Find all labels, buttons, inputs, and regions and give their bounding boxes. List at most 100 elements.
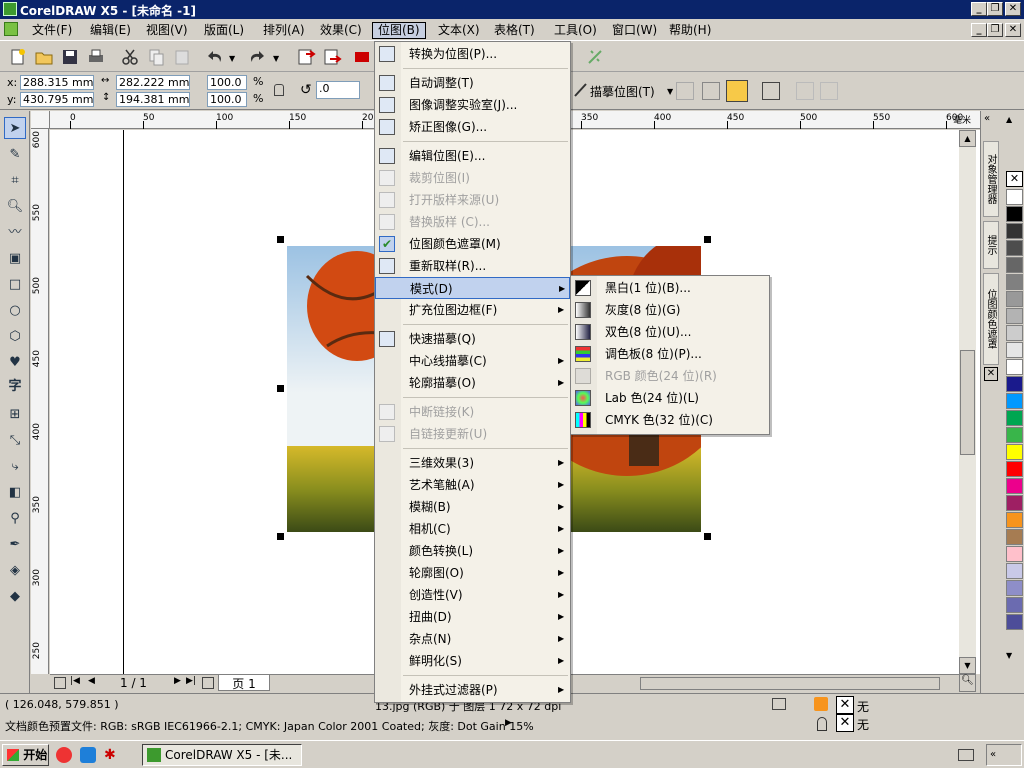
document-icon[interactable] [4, 22, 18, 36]
paste-icon[interactable] [172, 47, 192, 67]
chrome-icon[interactable] [56, 747, 72, 763]
docker-tab-object-manager[interactable]: 对象管理器 [983, 141, 999, 217]
resample-tool-icon[interactable] [726, 80, 748, 102]
bitmap-menu-item[interactable]: 三维效果(3) ▶ [375, 452, 570, 474]
menu-8[interactable]: 表格(T) [488, 22, 541, 39]
eyedropper-icon[interactable]: ⚲ [4, 508, 26, 530]
doc-restore-icon[interactable]: ❐ [987, 23, 1003, 37]
bitmap-menu-item[interactable]: 图像调整实验室(J)... [375, 94, 570, 116]
trace-bitmap-icon[interactable] [572, 81, 590, 99]
selection-handle[interactable] [704, 533, 711, 540]
print-icon[interactable] [86, 47, 106, 67]
bitmap-menu-item[interactable]: 轮廓描摹(O) ▶ [375, 372, 570, 394]
color-swatch[interactable] [1006, 257, 1023, 273]
to-back-icon[interactable] [820, 82, 838, 100]
smart-fill-icon[interactable]: ▣ [4, 248, 26, 270]
bitmap-menu-item[interactable]: 相机(C) ▶ [375, 518, 570, 540]
polygon-tool-icon[interactable]: ⬡ [4, 326, 26, 348]
trace-bitmap-button[interactable]: 描摹位图(T) [590, 83, 655, 100]
bitmap-menu-item[interactable]: ✔ 位图颜色遮罩(M) [375, 233, 570, 255]
bitmap-menu-item[interactable]: 转换为位图(P)... [375, 43, 570, 65]
ruler-origin[interactable] [31, 111, 50, 129]
ruler-left[interactable]: 600 550 500 450 400 350 300 250 [31, 129, 49, 674]
last-page-icon[interactable]: ▶| [186, 676, 196, 686]
table-tool-icon[interactable]: ⊞ [4, 404, 26, 426]
color-swatch[interactable] [1006, 427, 1023, 443]
color-swatch[interactable] [1006, 325, 1023, 341]
basic-shapes-icon[interactable]: ♥ [4, 352, 26, 374]
bitmap-menu-item[interactable]: 创造性(V) ▶ [375, 584, 570, 606]
ie-icon[interactable] [80, 747, 96, 763]
menu-11[interactable]: 帮助(H) [663, 22, 717, 39]
color-swatch[interactable] [1006, 546, 1023, 562]
coreldraw-app-icon[interactable] [3, 2, 17, 16]
docker-tab-bitmap-color-mask[interactable]: 位图颜色遮罩 [983, 273, 999, 365]
crop-bitmap-tool-icon[interactable] [702, 82, 720, 100]
trace-dropdown-icon[interactable]: ▼ [667, 87, 673, 96]
pick-tool-icon[interactable]: ➤ [4, 117, 26, 139]
horizontal-scroll-thumb[interactable] [640, 677, 940, 690]
menu-0[interactable]: 文件(F) [26, 22, 78, 39]
connector-tool-icon[interactable]: ⤷ [4, 456, 26, 478]
palette-scroll-down-icon[interactable]: ▼ [1006, 651, 1012, 660]
bitmap-menu-item[interactable]: 模糊(B) ▶ [375, 496, 570, 518]
bitmap-menu-item[interactable]: 模式(D) ▶ [375, 277, 570, 299]
color-swatch[interactable] [1006, 291, 1023, 307]
open-icon[interactable] [34, 47, 54, 67]
outline-pen-icon[interactable]: ✒ [4, 534, 26, 556]
next-page-icon[interactable]: ▶ [174, 676, 181, 686]
snap-icon[interactable] [772, 698, 786, 710]
x-position-field[interactable]: 288.315 mm [20, 75, 94, 90]
crop-tool-icon[interactable]: ⌗ [4, 170, 26, 192]
docker-tab-hints[interactable]: 提示 [983, 221, 999, 269]
color-swatch[interactable] [1006, 393, 1023, 409]
menu-7[interactable]: 文本(X) [432, 22, 486, 39]
mode-submenu-item[interactable]: CMYK 色(32 位)(C) [571, 409, 769, 431]
scroll-up-icon[interactable]: ▲ [959, 130, 976, 147]
selection-handle[interactable] [277, 533, 284, 540]
wrap-text-icon[interactable] [762, 82, 780, 100]
menu-6[interactable]: 位图(B) [372, 22, 426, 39]
undo-dropdown-icon[interactable]: ▼ [229, 54, 235, 63]
scroll-down-icon[interactable]: ▼ [959, 657, 976, 674]
menu-1[interactable]: 编辑(E) [84, 22, 137, 39]
copy-icon[interactable] [146, 47, 166, 67]
color-swatch[interactable] [1006, 478, 1023, 494]
tray-expand-icon[interactable]: « [986, 744, 1022, 766]
bitmap-menu-item[interactable]: 颜色转换(L) ▶ [375, 540, 570, 562]
doc-minimize-icon[interactable]: _ [971, 23, 987, 37]
close-icon[interactable]: ✕ [1005, 2, 1021, 16]
taskbar-coreldraw-button[interactable]: CorelDRAW X5 - [未... [142, 744, 302, 766]
menu-3[interactable]: 版面(L) [198, 22, 250, 39]
zoom-tool-icon[interactable]: 🔍︎ [4, 196, 26, 218]
add-page-before-icon[interactable] [54, 677, 66, 689]
bitmap-option-icon[interactable] [676, 82, 694, 100]
doc-close-icon[interactable]: ✕ [1005, 23, 1021, 37]
menu-2[interactable]: 视图(V) [140, 22, 194, 39]
color-profile-info[interactable]: 文档颜色预置文件: RGB: sRGB IEC61966-2.1; CMYK: … [5, 718, 534, 734]
new-document-icon[interactable] [8, 47, 28, 67]
bitmap-menu-item[interactable]: 轮廓图(O) ▶ [375, 562, 570, 584]
selection-handle[interactable] [277, 236, 284, 243]
redo-icon[interactable] [246, 47, 266, 67]
prev-page-icon[interactable]: ◀ [88, 676, 95, 686]
color-swatch[interactable] [1006, 580, 1023, 596]
width-field[interactable]: 282.222 mm [116, 75, 190, 90]
color-swatch[interactable] [1006, 495, 1023, 511]
to-front-icon[interactable] [796, 82, 814, 100]
color-swatch[interactable] [1006, 376, 1023, 392]
color-swatch[interactable] [1006, 240, 1023, 256]
color-swatch[interactable] [1006, 597, 1023, 613]
bitmap-menu-item[interactable]: 自动调整(T) [375, 72, 570, 94]
fill-icon[interactable] [814, 697, 828, 711]
profile-arrow-icon[interactable]: ▶ [505, 718, 512, 728]
selection-handle[interactable] [277, 385, 284, 392]
color-swatch[interactable] [1006, 512, 1023, 528]
no-color-swatch[interactable]: ✕ [1006, 171, 1023, 187]
bitmap-menu-item[interactable]: 中心线描摹(C) ▶ [375, 350, 570, 372]
palette-scroll-up-icon[interactable]: ▲ [1006, 115, 1012, 124]
redo-dropdown-icon[interactable]: ▼ [273, 54, 279, 63]
menu-4[interactable]: 排列(A) [257, 22, 311, 39]
undo-icon[interactable] [206, 47, 226, 67]
mode-submenu-item[interactable]: 双色(8 位)(U)... [571, 321, 769, 343]
